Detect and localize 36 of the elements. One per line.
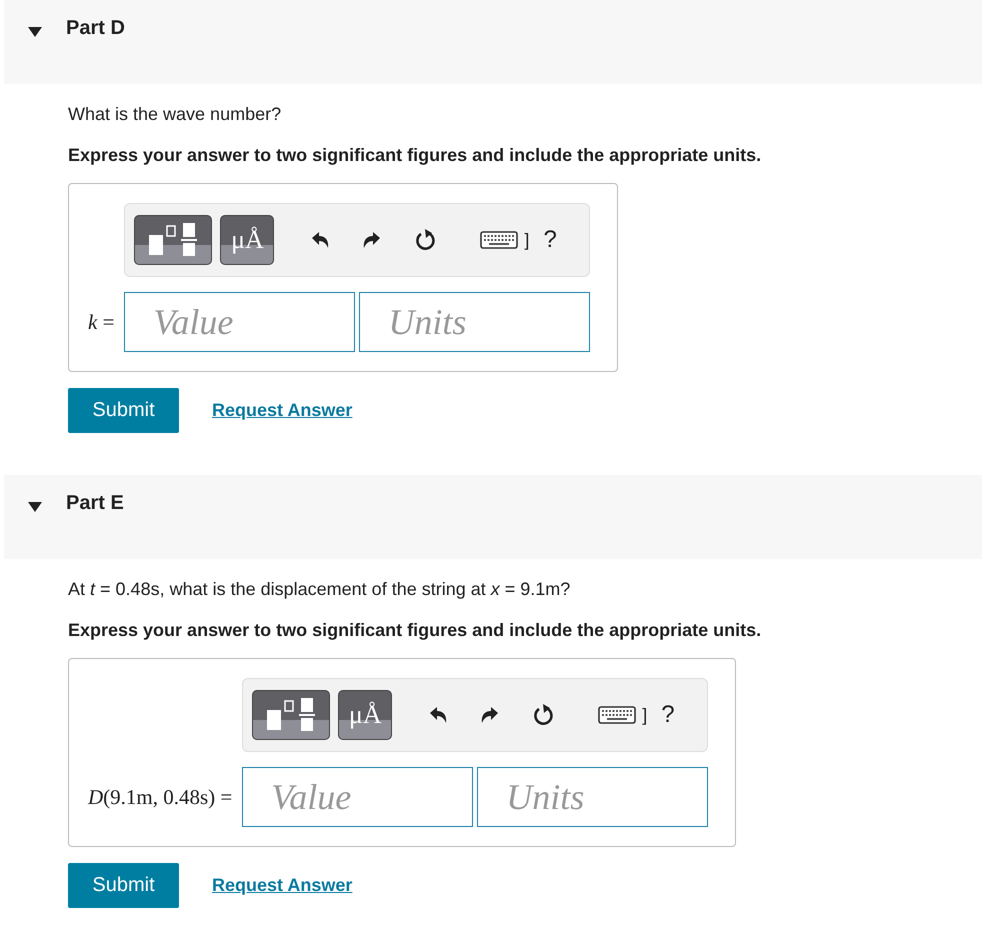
redo-icon[interactable] [480,705,500,725]
collapse-triangle-icon[interactable] [28,502,42,512]
keyboard-icon [598,706,636,724]
part-title: Part D [66,17,125,40]
answer-label: D(9.1m, 0.48s) = [88,784,232,810]
instruction-text: Express your answer to two significant figures and include the appropriate units. [68,144,762,166]
submit-button[interactable]: Submit [68,388,179,433]
question-text: At t = 0.48s, what is the displacement of the string at x = 9.1m? [68,578,572,600]
part-title: Part E [66,492,124,515]
instruction-text: Express your answer to two significant figures and include the appropriate units. [68,619,762,641]
keyboard-button[interactable]: ] [480,230,530,250]
answer-label: k = [88,310,114,334]
undo-icon[interactable] [428,705,448,725]
units-button[interactable]: μÅ [220,215,274,265]
fraction-template-icon [147,222,200,258]
request-answer-link[interactable]: Request Answer [212,875,352,896]
collapse-triangle-icon[interactable] [28,27,42,37]
units-field[interactable]: Units [359,292,590,352]
request-answer-link[interactable]: Request Answer [212,400,352,421]
part-header[interactable]: Part D [4,0,982,84]
keyboard-button[interactable]: ] [598,704,648,726]
part-header[interactable]: Part E [4,475,982,559]
units-field[interactable]: Units [477,767,708,827]
units-button[interactable]: μÅ [338,690,392,740]
submit-button[interactable]: Submit [68,863,179,908]
help-button[interactable]: ? [543,226,557,254]
template-button[interactable] [252,690,330,740]
undo-icon[interactable] [310,230,330,250]
help-button[interactable]: ? [661,701,675,729]
template-button[interactable] [134,215,212,265]
value-field[interactable]: Value [124,292,356,352]
value-field[interactable]: Value [242,767,474,827]
keyboard-icon [480,231,518,249]
fraction-template-icon [265,697,318,733]
question-text: What is the wave number? [68,103,282,125]
redo-icon[interactable] [362,230,382,250]
